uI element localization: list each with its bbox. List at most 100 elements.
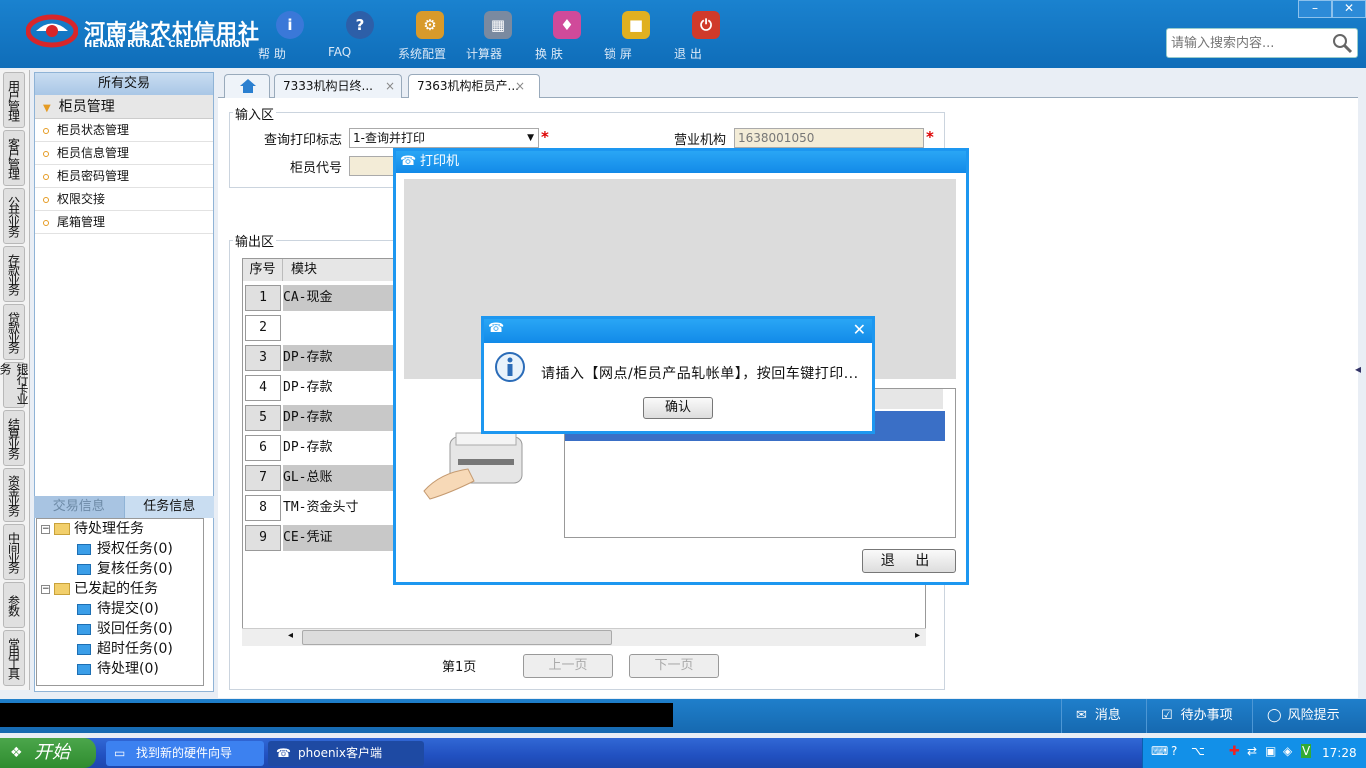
risk-label: 风险提示 — [1287, 708, 1340, 723]
system-config-label: 系统配置 — [398, 47, 447, 61]
collapse-icon[interactable]: − — [41, 584, 50, 594]
menu-item-teller-password[interactable]: 柜员密码管理 — [35, 165, 213, 188]
menu-item-teller-info[interactable]: 柜员信息管理 — [35, 142, 213, 165]
tree-node-rejected[interactable]: 驳回任务(0) — [77, 619, 173, 639]
task-tabs: 交易信息 任务信息 — [34, 496, 214, 518]
todo-button[interactable]: ☑ 待办事项 — [1146, 699, 1246, 733]
tree-node-timeout[interactable]: 超时任务(0) — [77, 639, 173, 659]
exit-app-button[interactable]: ⏻ 退 出 — [674, 8, 738, 64]
row-number: 3 — [245, 345, 281, 371]
vnav-loan[interactable]: 贷款业务 — [3, 304, 25, 360]
close-tab-icon[interactable]: × — [515, 75, 525, 97]
vnav-user-management[interactable]: 用户管理 — [3, 72, 25, 128]
tab-7333[interactable]: 7333机构日终... × — [274, 74, 402, 98]
folder-icon — [54, 583, 70, 595]
required-mark: * — [541, 128, 549, 146]
tree-node-to-submit[interactable]: 待提交(0) — [77, 599, 159, 619]
vnav-deposit[interactable]: 存款业务 — [3, 246, 25, 302]
calculator-button[interactable]: ▦ 计算器 — [466, 8, 530, 64]
lock-screen-button[interactable]: ■ 锁 屏 — [604, 8, 668, 64]
keyboard-icon[interactable]: ⌨ — [1151, 744, 1168, 758]
search-icon[interactable] — [1331, 32, 1353, 54]
menu-item-teller-status[interactable]: 柜员状态管理 — [35, 119, 213, 142]
tree-node-label: 待提交(0) — [97, 601, 159, 617]
shield-icon[interactable]: ◈ — [1283, 744, 1292, 758]
close-tab-icon[interactable]: × — [385, 75, 395, 97]
system-config-button[interactable]: ⚙ 系统配置 — [398, 8, 462, 64]
dropdown-arrow-icon[interactable]: ▼ — [527, 129, 534, 147]
task-icon — [77, 623, 91, 635]
search-input[interactable] — [1171, 33, 1331, 53]
question-icon: ? — [346, 11, 374, 39]
print-flag-select[interactable]: 1-查询并打印 ▼ — [349, 128, 539, 148]
taskbar-item-phoenix[interactable]: ☎ phoenix客户端 — [268, 741, 424, 766]
scrollbar-thumb[interactable] — [302, 630, 612, 645]
security-icon[interactable]: V — [1301, 744, 1312, 758]
vnav-bank-card[interactable]: 银行卡业务 — [0, 362, 29, 408]
group-teller-management[interactable]: ▼ 柜员管理 — [35, 95, 213, 119]
close-window-button[interactable]: ✕ — [1332, 0, 1366, 18]
vnav-intermediary[interactable]: 中间业务 — [3, 524, 25, 580]
risk-alert-button[interactable]: ◯ 风险提示 — [1252, 699, 1366, 733]
row-number: 2 — [245, 315, 281, 341]
collapse-icon[interactable]: − — [41, 524, 50, 534]
vnav-parameters[interactable]: 参数 — [3, 582, 25, 628]
org-field[interactable]: 1638001050 — [734, 128, 924, 148]
exit-app-label: 退 出 — [674, 47, 702, 61]
network-icon[interactable]: ⇄ — [1247, 744, 1257, 758]
scroll-left-icon[interactable]: ◂ — [288, 630, 293, 641]
message-title-icon: ☎ — [488, 321, 505, 336]
tree-node-pending[interactable]: − 待处理任务 — [41, 519, 144, 539]
faq-button[interactable]: ? FAQ — [328, 8, 392, 64]
vnav-customer-management[interactable]: 客户管理 — [3, 130, 25, 186]
tab-home[interactable] — [224, 74, 270, 98]
collapse-panel-icon[interactable]: ◂ — [1355, 362, 1365, 406]
tab-task-info[interactable]: 任务信息 — [123, 496, 214, 518]
tab-label: 7333机构日终... — [283, 79, 373, 93]
vnav-tools[interactable]: 常用工具 — [3, 630, 25, 686]
tree-node-authorize[interactable]: 授权任务(0) — [77, 539, 173, 559]
faq-label: FAQ — [328, 45, 352, 59]
window-icon: ▭ — [114, 746, 126, 760]
bullet-icon — [43, 127, 49, 134]
ime-icon[interactable]: ⌥ — [1191, 744, 1205, 758]
close-icon[interactable]: ✕ — [853, 320, 866, 339]
menu-item-tail-box[interactable]: 尾箱管理 — [35, 211, 213, 234]
next-page-button[interactable]: 下一页 — [629, 654, 719, 678]
display-icon[interactable]: ▣ — [1265, 744, 1276, 758]
tree-node-label: 复核任务(0) — [97, 561, 173, 577]
tab-7363[interactable]: 7363机构柜员产... × — [408, 74, 540, 98]
horizontal-scrollbar[interactable]: ◂ ▸ — [242, 628, 926, 646]
panel-title: 所有交易 — [35, 73, 213, 95]
menu-item-permission-handover[interactable]: 权限交接 — [35, 188, 213, 211]
shirt-icon: ♦ — [553, 11, 581, 39]
help-button[interactable]: i 帮 助 — [258, 8, 322, 64]
printer-dialog-title: ☎ 打印机 — [396, 151, 966, 173]
tree-node-label: 授权任务(0) — [97, 541, 173, 557]
printer-title-icon: ☎ — [400, 154, 417, 169]
scroll-right-icon[interactable]: ▸ — [915, 630, 920, 641]
tree-node-review[interactable]: 复核任务(0) — [77, 559, 173, 579]
taskbar-item-hardware-wizard[interactable]: ▭ 找到新的硬件向导 — [106, 741, 264, 766]
vnav-funds[interactable]: 资金业务 — [3, 468, 25, 522]
row-number: 7 — [245, 465, 281, 491]
vnav-settlement[interactable]: 结算业务 — [3, 410, 25, 466]
tree-node-initiated[interactable]: − 已发起的任务 — [41, 579, 158, 599]
messages-button[interactable]: ✉ 消息 — [1061, 699, 1141, 733]
start-button[interactable]: ❖ 开始 — [0, 738, 96, 768]
printer-title-text: 打印机 — [420, 154, 460, 169]
vnav-public-business[interactable]: 公共业务 — [3, 188, 25, 244]
printer-exit-button[interactable]: 退 出 — [862, 549, 956, 573]
tree-node-to-process[interactable]: 待处理(0) — [77, 659, 159, 679]
skin-button[interactable]: ♦ 换 肤 — [535, 8, 599, 64]
help-tray-icon[interactable]: ? — [1171, 744, 1177, 758]
antivirus-icon[interactable]: ✚ — [1229, 744, 1240, 759]
home-icon — [240, 79, 256, 93]
info-icon — [495, 352, 525, 382]
confirm-button[interactable]: 确认 — [643, 397, 713, 419]
minimize-button[interactable]: – — [1298, 0, 1332, 18]
calculator-label: 计算器 — [466, 47, 503, 61]
prev-page-button[interactable]: 上一页 — [523, 654, 613, 678]
tab-transaction-info[interactable]: 交易信息 — [34, 496, 124, 518]
logo-icon — [26, 14, 78, 48]
